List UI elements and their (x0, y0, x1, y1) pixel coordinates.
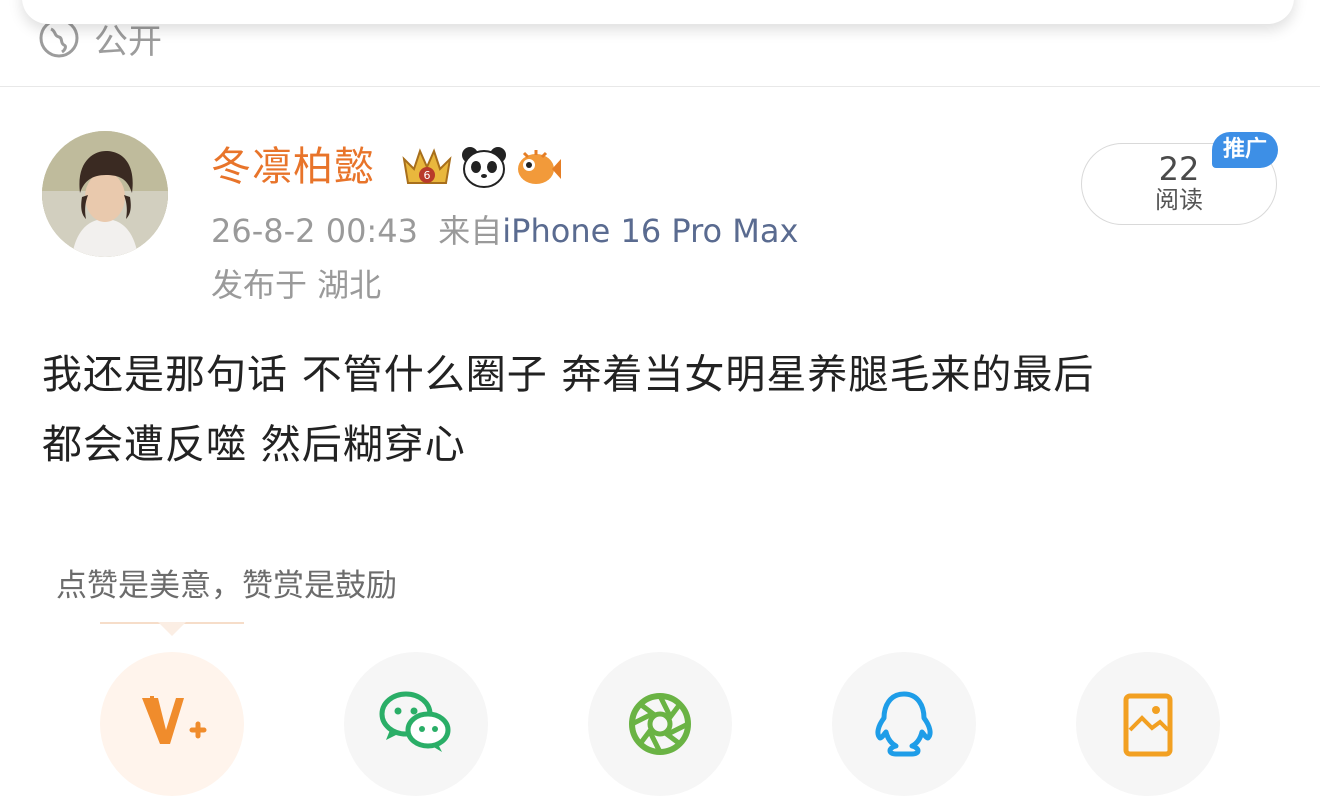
author-badges: 6 (400, 142, 562, 192)
top-card (22, 0, 1294, 24)
author-name[interactable]: 冬凛柏懿 (211, 142, 375, 192)
moments-icon (629, 693, 691, 755)
post-content-line: 都会遭反噬 然后糊穿心 (42, 422, 466, 468)
post-timestamp: 26-8-2 00:43 (211, 212, 418, 250)
pufferfish-icon[interactable] (514, 145, 562, 189)
avatar-photo (42, 131, 168, 257)
share-qq-button[interactable] (832, 652, 976, 796)
svg-text:6: 6 (424, 169, 431, 182)
qq-icon (875, 691, 933, 757)
avatar[interactable] (42, 131, 168, 257)
post-content: 我还是那句话 不管什么圈子 奔着当女明星养腿毛来的最后 都会遭反噬 然后糊穿心 (42, 340, 1282, 480)
share-image-button[interactable] (1076, 652, 1220, 796)
source-prefix: 来自 (438, 212, 503, 250)
wechat-icon (379, 691, 451, 752)
promo-tag[interactable]: 推广 (1212, 132, 1278, 168)
visibility-row[interactable]: 公开 (38, 18, 162, 62)
share-moments-button[interactable] (588, 652, 732, 796)
share-wechat-button[interactable] (344, 652, 488, 796)
v-plus-icon (142, 696, 207, 744)
post-meta: 26-8-2 00:43 来自iPhone 16 Pro Max (211, 208, 798, 254)
post-device[interactable]: iPhone 16 Pro Max (502, 212, 798, 250)
read-label: 阅读 (1155, 186, 1203, 214)
post-content-line: 我还是那句话 不管什么圈子 奔着当女明星养腿毛来的最后 (42, 352, 1095, 398)
post-location: 发布于 湖北 (211, 266, 382, 304)
tip-arrow (158, 622, 186, 636)
panda-icon[interactable] (460, 145, 508, 189)
reward-tip: 点赞是美意，赞赏是鼓励 (56, 568, 397, 604)
crown-vip-icon[interactable]: 6 (400, 145, 454, 189)
image-share-icon (1123, 693, 1173, 757)
share-v-plus-button[interactable] (100, 652, 244, 796)
